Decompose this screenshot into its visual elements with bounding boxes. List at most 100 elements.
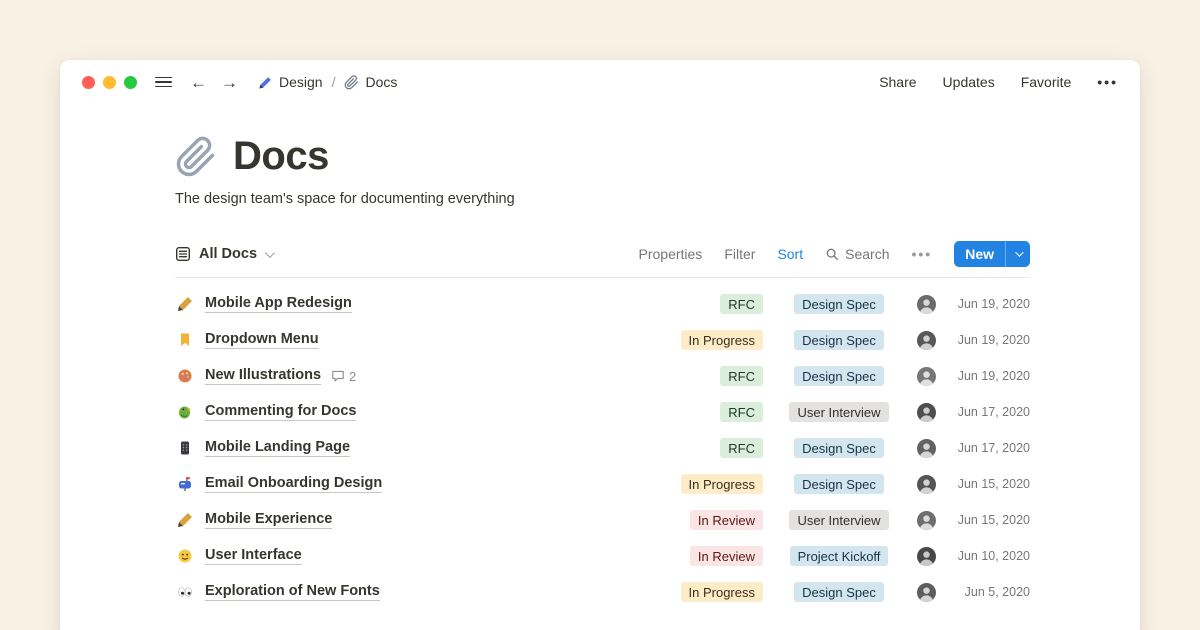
status-tag[interactable]: In Progress [681,474,763,494]
toolbar-more-icon[interactable]: ••• [911,246,932,262]
avatar [917,331,936,350]
page-subtitle: The design team's space for documenting … [175,191,1030,207]
sidebar-menu-icon[interactable] [155,77,172,88]
status-tag[interactable]: In Review [690,510,763,530]
doc-title-link[interactable]: Commenting for Docs [205,403,356,421]
doc-title-link[interactable]: Dropdown Menu [205,331,319,349]
favorite-button[interactable]: Favorite [1021,74,1072,90]
table-row[interactable]: Mobile Experience In Review User Intervi… [175,502,1030,538]
table-row[interactable]: Exploration of New Fonts In Progress Des… [175,574,1030,610]
new-dropdown-button[interactable] [1005,241,1030,267]
doc-title-link[interactable]: Mobile App Redesign [205,295,352,313]
notion-window: ← → Design / Docs Sha [60,60,1140,630]
bookmark-icon [175,332,195,348]
category-tag[interactable]: Design Spec [794,474,884,494]
avatar [917,547,936,566]
page-content: Docs The design team's space for documen… [60,134,1140,610]
desktop-background: ← → Design / Docs Sha [0,0,1200,630]
comment-bubble-icon [331,369,345,383]
more-options-icon[interactable]: ••• [1097,74,1118,90]
doc-title-link[interactable]: Mobile Landing Page [205,439,350,457]
avatar [917,367,936,386]
table-row[interactable]: Email Onboarding Design In Progress Desi… [175,466,1030,502]
status-tag[interactable]: RFC [720,402,763,422]
page-header: Docs The design team's space for documen… [175,134,1030,207]
eyes-icon [175,584,195,600]
row-date: Jun 15, 2020 [946,513,1030,527]
table-row[interactable]: Mobile Landing Page RFC Design Spec Jun … [175,430,1030,466]
traffic-lights [82,76,137,89]
breadcrumb: Design / Docs [258,74,397,90]
row-date: Jun 19, 2020 [946,333,1030,347]
category-tag[interactable]: Design Spec [794,438,884,458]
docs-list: Mobile App Redesign RFC Design Spec Jun … [175,286,1030,610]
category-tag[interactable]: User Interview [789,510,888,530]
breadcrumb-label: Design [279,74,323,90]
pen-icon [175,512,195,528]
properties-button[interactable]: Properties [639,246,703,262]
view-selector[interactable]: All Docs [175,246,272,262]
toolbar-controls: Properties Filter Sort Search ••• New [639,241,1031,267]
new-button[interactable]: New [954,241,1030,267]
doc-title-link[interactable]: User Interface [205,547,302,565]
avatar [917,583,936,602]
comment-count[interactable]: 2 [331,369,356,384]
row-date: Jun 19, 2020 [946,369,1030,383]
pencil-icon [258,75,273,90]
share-button[interactable]: Share [879,74,916,90]
minimize-window-button[interactable] [103,76,116,89]
row-date: Jun 15, 2020 [946,477,1030,491]
view-toolbar: All Docs Properties Filter Sort Search •… [175,241,1030,278]
view-selector-label: All Docs [199,246,257,262]
topbar-actions: Share Updates Favorite ••• [879,74,1118,90]
avatar [917,475,936,494]
back-arrow-icon[interactable]: ← [190,74,207,91]
new-button-label[interactable]: New [954,241,1005,267]
category-tag[interactable]: User Interview [789,402,888,422]
category-tag[interactable]: Project Kickoff [790,546,889,566]
row-date: Jun 10, 2020 [946,549,1030,563]
close-window-button[interactable] [82,76,95,89]
avatar [917,439,936,458]
smiley-face-icon [175,548,195,564]
category-tag[interactable]: Design Spec [794,582,884,602]
doc-title-link[interactable]: Exploration of New Fonts [205,583,380,601]
table-row[interactable]: New Illustrations 2 RFC Design Spec Jun … [175,358,1030,394]
row-date: Jun 17, 2020 [946,441,1030,455]
window-topbar: ← → Design / Docs Sha [60,60,1140,104]
status-tag[interactable]: RFC [720,438,763,458]
breadcrumb-label: Docs [365,74,397,90]
forward-arrow-icon[interactable]: → [221,74,238,91]
breadcrumb-item-design[interactable]: Design [258,74,323,90]
search-label: Search [845,246,889,262]
search-button[interactable]: Search [825,246,889,262]
table-row[interactable]: Mobile App Redesign RFC Design Spec Jun … [175,286,1030,322]
updates-button[interactable]: Updates [943,74,995,90]
breadcrumb-item-docs[interactable]: Docs [344,74,397,90]
page-title: Docs [233,134,329,179]
paperclip-page-icon[interactable] [175,136,217,178]
status-tag[interactable]: RFC [720,366,763,386]
sort-button[interactable]: Sort [777,246,803,262]
chevron-down-icon [265,248,275,258]
category-tag[interactable]: Design Spec [794,294,884,314]
status-tag[interactable]: In Review [690,546,763,566]
category-tag[interactable]: Design Spec [794,330,884,350]
breadcrumb-separator: / [332,74,336,90]
zoom-window-button[interactable] [124,76,137,89]
table-row[interactable]: Dropdown Menu In Progress Design Spec Ju… [175,322,1030,358]
mobile-phone-icon [175,440,195,456]
doc-title-link[interactable]: Email Onboarding Design [205,475,382,493]
status-tag[interactable]: In Progress [681,330,763,350]
pen-icon [175,296,195,312]
doc-title-link[interactable]: New Illustrations [205,367,321,385]
category-tag[interactable]: Design Spec [794,366,884,386]
search-icon [825,247,839,261]
doc-title-link[interactable]: Mobile Experience [205,511,332,529]
chevron-down-icon [1015,248,1023,256]
status-tag[interactable]: RFC [720,294,763,314]
status-tag[interactable]: In Progress [681,582,763,602]
table-row[interactable]: Commenting for Docs RFC User Interview J… [175,394,1030,430]
table-row[interactable]: User Interface In Review Project Kickoff… [175,538,1030,574]
filter-button[interactable]: Filter [724,246,755,262]
